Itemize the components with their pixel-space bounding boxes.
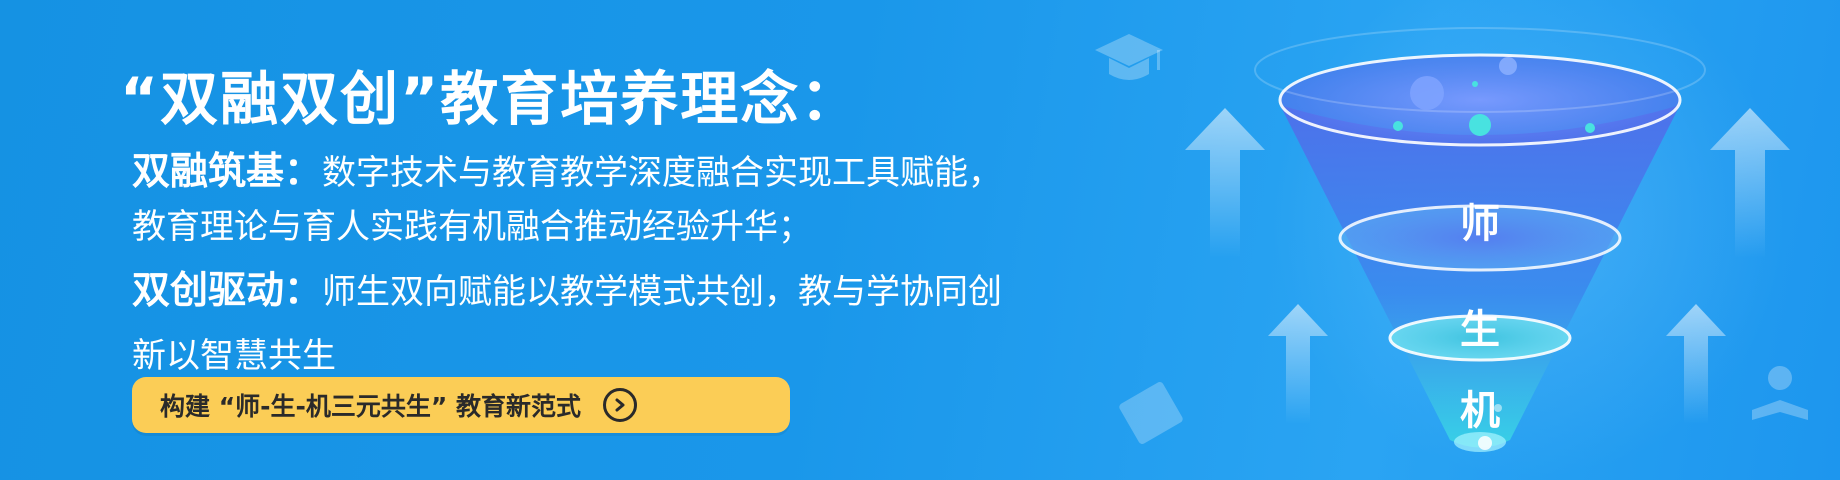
funnel-level-teacher: 师: [1460, 201, 1500, 247]
section-dual-integration-line1: 数字技术与教育教学深度融合实现工具赋能，: [322, 153, 1003, 193]
section-dual-integration-line2: 教育理论与育人实践有机融合推动经验升华；: [132, 207, 812, 247]
banner: 师 生 机 “双融双创”教育培养理念： 双融筑基：数字技术与教育教学深度融合实现…: [0, 0, 1840, 480]
funnel-level-student: 生: [1460, 307, 1500, 353]
new-paradigm-button[interactable]: 构建 “师-生-机三元共生” 教育新范式: [132, 377, 790, 433]
book-icon: [1119, 382, 1183, 444]
funnel-level-machine: 机: [1460, 388, 1500, 434]
section-dual-innovation: 双创驱动：师生双向赋能以教学模式共创，教与学协同创 新以智慧共生: [132, 258, 1002, 388]
new-paradigm-button-label: 构建 “师-生-机三元共生” 教育新范式: [160, 392, 582, 421]
section-dual-innovation-label: 双创驱动：: [132, 268, 323, 312]
section-dual-integration: 双融筑基：数字技术与教育教学深度融合实现工具赋能， 教育理论与育人实践有机融合推…: [132, 144, 1002, 254]
headline: “双融双创”教育培养理念：: [120, 65, 861, 133]
circle-arrow-right-icon: [603, 388, 638, 422]
graduation-cap-icon: [1095, 34, 1163, 80]
section-dual-innovation-line1: 师生双向赋能以教学模式共创，教与学协同创: [322, 272, 1003, 312]
section-dual-innovation-line2: 新以智慧共生: [132, 336, 336, 376]
section-dual-integration-label: 双融筑基：: [132, 149, 323, 193]
